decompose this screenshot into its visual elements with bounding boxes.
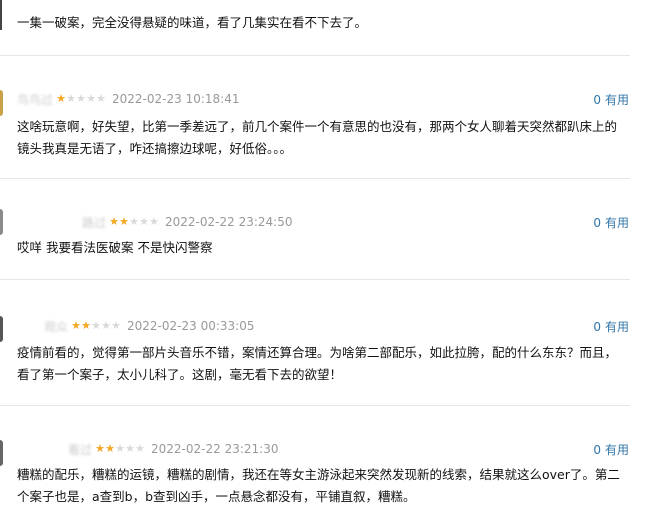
- comment-list: 一集一破案，完全没得悬疑的味道，看了几集实在看不下去了。 鸟鸟过 ★ ★ ★ ★…: [0, 0, 649, 511]
- useful-button[interactable]: 有用: [605, 93, 629, 107]
- comment-time: 2022-02-23 10:18:41: [112, 92, 240, 106]
- username[interactable]: 鸟鸟过: [17, 91, 53, 108]
- star-icon: ★: [139, 215, 149, 228]
- comment-item: 鸟鸟过 ★ ★ ★ ★ ★ 2022-02-23 10:18:41 0 有用 这啥…: [0, 56, 630, 179]
- star-icon: ★: [81, 319, 91, 332]
- comment-body: 一集一破案，完全没得悬疑的味道，看了几集实在看不下去了。: [17, 15, 368, 30]
- star-icon: ★: [109, 215, 119, 228]
- vote-area: 0 有用: [593, 318, 629, 335]
- star-icon: ★: [149, 215, 159, 228]
- star-icon: ★: [71, 319, 81, 332]
- comment-body: 疫情前看的，觉得第一部片头音乐不错，案情还算合理。为啥第二部配乐，如此拉胯，配的…: [17, 345, 618, 382]
- star-icon: ★: [56, 92, 66, 105]
- rating-stars: ★ ★ ★ ★ ★: [56, 93, 106, 105]
- comment-body: 这啥玩意啊，好失望，比第一季差远了，前几个案件一个有意思的也没有，那两个女人聊着…: [17, 119, 618, 156]
- comment-time: 2022-02-22 23:24:50: [165, 215, 293, 229]
- useful-button[interactable]: 有用: [605, 320, 629, 334]
- avatar[interactable]: [0, 90, 3, 116]
- star-icon: ★: [119, 215, 129, 228]
- comment-item-partial: 一集一破案，完全没得悬疑的味道，看了几集实在看不下去了。: [0, 0, 630, 56]
- username[interactable]: 路过: [82, 214, 106, 231]
- comment-meta: 路过 ★ ★ ★ ★ ★ 2022-02-22 23:24:50: [82, 213, 292, 231]
- vote-count: 0: [593, 93, 601, 107]
- comment-item: 看过 ★ ★ ★ ★ ★ 2022-02-22 23:21:30 0 有用 糟糕的…: [0, 406, 630, 516]
- rating-stars: ★ ★ ★ ★ ★: [109, 216, 159, 228]
- star-icon: ★: [115, 442, 125, 455]
- rating-stars: ★ ★ ★ ★ ★: [71, 320, 121, 332]
- avatar[interactable]: [0, 0, 2, 30]
- star-icon: ★: [105, 442, 115, 455]
- comment-time: 2022-02-23 00:33:05: [127, 319, 255, 333]
- avatar[interactable]: [0, 316, 3, 342]
- avatar[interactable]: [0, 209, 3, 235]
- comment-item: 路过 ★ ★ ★ ★ ★ 2022-02-22 23:24:50 0 有用 哎咩 …: [0, 179, 630, 280]
- username[interactable]: 看过: [68, 441, 92, 458]
- comment-meta: 看过 ★ ★ ★ ★ ★ 2022-02-22 23:21:30: [68, 440, 278, 458]
- star-icon: ★: [66, 92, 76, 105]
- star-icon: ★: [86, 92, 96, 105]
- avatar[interactable]: [0, 440, 3, 466]
- vote-count: 0: [593, 216, 601, 230]
- comment-body: 糟糕的配乐，糟糕的运镜，糟糕的剧情，我还在等女主游泳起来突然发现新的线索，结果就…: [17, 467, 620, 504]
- comment-body: 哎咩 我要看法医破案 不是快闪警察: [17, 240, 213, 255]
- rating-stars: ★ ★ ★ ★ ★: [95, 443, 145, 455]
- comment-meta: 观众 ★ ★ ★ ★ ★ 2022-02-23 00:33:05: [44, 317, 254, 335]
- username[interactable]: 观众: [44, 318, 68, 335]
- star-icon: ★: [111, 319, 121, 332]
- useful-button[interactable]: 有用: [605, 216, 629, 230]
- star-icon: ★: [95, 442, 105, 455]
- comment-time: 2022-02-22 23:21:30: [151, 442, 279, 456]
- star-icon: ★: [135, 442, 145, 455]
- star-icon: ★: [129, 215, 139, 228]
- vote-area: 0 有用: [593, 214, 629, 231]
- vote-area: 0 有用: [593, 91, 629, 108]
- star-icon: ★: [96, 92, 106, 105]
- vote-count: 0: [593, 443, 601, 457]
- star-icon: ★: [101, 319, 111, 332]
- comment-item: 观众 ★ ★ ★ ★ ★ 2022-02-23 00:33:05 0 有用 疫情前…: [0, 280, 630, 406]
- vote-count: 0: [593, 320, 601, 334]
- comment-meta: 鸟鸟过 ★ ★ ★ ★ ★ 2022-02-23 10:18:41: [17, 90, 239, 108]
- star-icon: ★: [76, 92, 86, 105]
- vote-area: 0 有用: [593, 441, 629, 458]
- star-icon: ★: [125, 442, 135, 455]
- useful-button[interactable]: 有用: [605, 443, 629, 457]
- star-icon: ★: [91, 319, 101, 332]
